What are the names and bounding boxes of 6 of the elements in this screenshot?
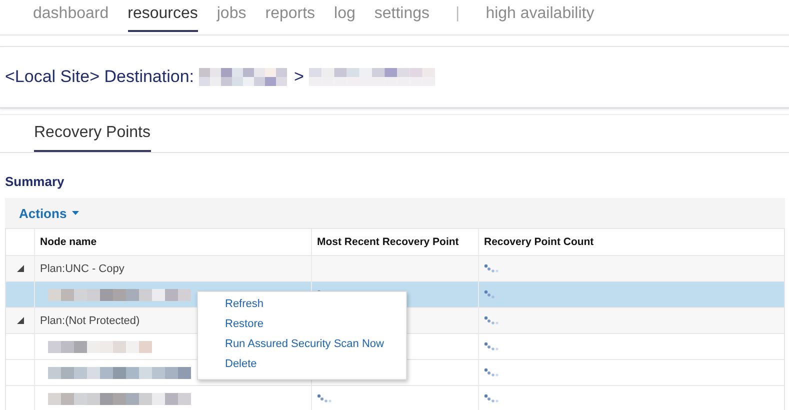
section-title: Summary [4,173,66,191]
path-arrow: > [294,67,304,87]
destination-title: <Local Site> Destination: [5,67,194,87]
table-cell: Plan:(Not Protected) [40,314,140,326]
nav-separator: | [456,4,460,23]
table-cell: Plan:UNC - Copy [40,262,124,274]
